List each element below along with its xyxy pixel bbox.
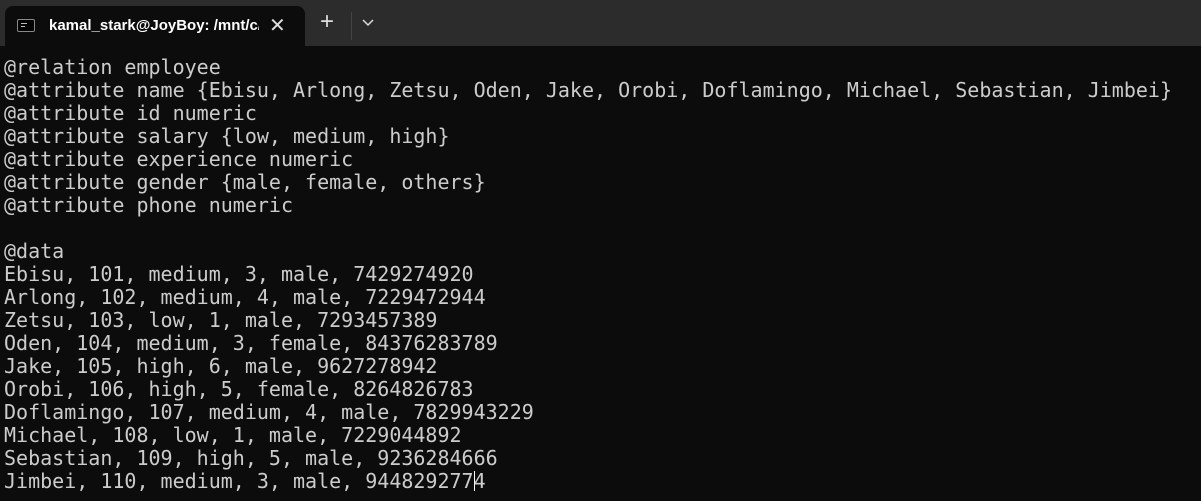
terminal-line: @attribute experience numeric [4, 147, 354, 171]
terminal-line-last: Jimbei, 110, medium, 3, male, 9448292774 [4, 470, 1172, 493]
terminal-line: Doflamingo, 107, medium, 4, male, 782994… [4, 400, 534, 424]
text-before-cursor: Jimbei, 110, medium, 3, male, 944829277 [4, 469, 474, 493]
chevron-down-icon[interactable] [360, 14, 376, 30]
terminal-line: @attribute salary {low, medium, high} [4, 124, 450, 148]
tab-title: kamal_stark@JoyBoy: /mnt/c/ [49, 17, 259, 34]
terminal-line: @attribute name {Ebisu, Arlong, Zetsu, O… [4, 78, 1172, 102]
terminal-line: @data [4, 239, 65, 263]
terminal-line: Orobi, 106, high, 5, female, 8264826783 [4, 377, 474, 401]
terminal-line: Oden, 104, medium, 3, female, 8437628378… [4, 331, 498, 355]
text-after-cursor: 4 [473, 469, 486, 493]
terminal-line: Ebisu, 101, medium, 3, male, 7429274920 [4, 262, 474, 286]
terminal-tab[interactable]: kamal_stark@JoyBoy: /mnt/c/ ✕ [5, 6, 305, 46]
terminal-line: @attribute id numeric [4, 101, 257, 125]
terminal-line: Jake, 105, high, 6, male, 9627278942 [4, 354, 438, 378]
terminal-line: Michael, 108, low, 1, male, 7229044892 [4, 423, 462, 447]
terminal-icon [17, 19, 35, 32]
terminal-output[interactable]: @relation employee @attribute name {Ebis… [4, 56, 1172, 493]
terminal-line: Zetsu, 103, low, 1, male, 7293457389 [4, 308, 438, 332]
terminal-line: @attribute gender {male, female, others} [4, 170, 486, 194]
divider [351, 12, 352, 40]
close-tab-icon[interactable]: ✕ [269, 13, 286, 38]
new-tab-button[interactable]: + [320, 10, 334, 34]
terminal-line: Arlong, 102, medium, 4, male, 7229472944 [4, 285, 486, 309]
tab-bar: kamal_stark@JoyBoy: /mnt/c/ ✕ + [0, 0, 1201, 46]
terminal-line: @attribute phone numeric [4, 193, 293, 217]
terminal-line: Sebastian, 109, high, 5, male, 923628466… [4, 446, 498, 470]
terminal-line: @relation employee [4, 55, 221, 79]
